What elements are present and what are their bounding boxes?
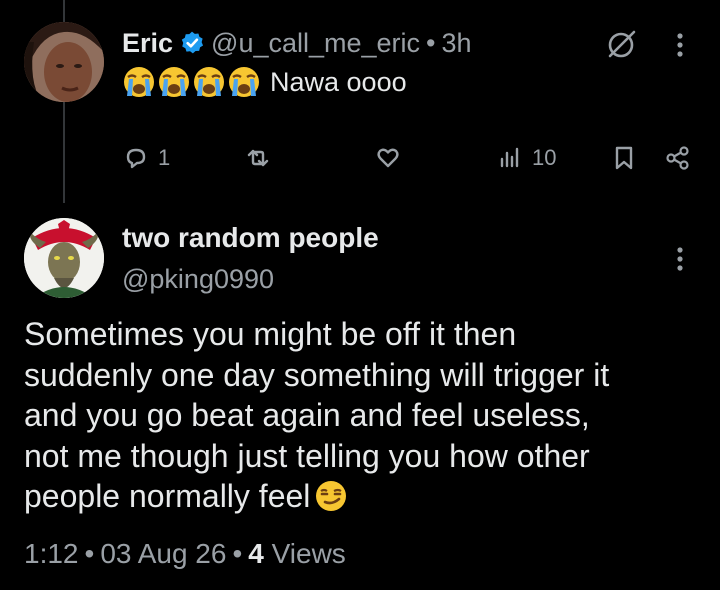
bookmark-button[interactable] <box>610 144 638 172</box>
post-meta: 1:12 • 03 Aug 26 • 4 Views <box>24 538 346 570</box>
timestamp[interactable]: 3h <box>442 28 472 59</box>
reply-body-text: Nawa oooo <box>270 66 407 97</box>
emoji-group <box>122 65 262 99</box>
post-text-line: suddenly one day something will trigger … <box>24 356 610 393</box>
views-label: Views <box>271 538 346 569</box>
avatar[interactable] <box>24 218 104 298</box>
loudly-crying-face-icon <box>159 67 189 97</box>
author-handle[interactable]: @pking0990 <box>122 264 274 295</box>
views-number: 4 <box>248 538 264 569</box>
separator-dot: • <box>232 538 243 569</box>
reply-action-bar: 1 10 <box>0 140 720 176</box>
share-button[interactable] <box>664 144 692 172</box>
separator-dot: • <box>84 538 95 569</box>
post-body-text: Sometimes you might be off it then sudde… <box>24 314 704 517</box>
post-time[interactable]: 1:12 <box>24 538 79 569</box>
reply-text: Nawa oooo <box>122 64 407 100</box>
loudly-crying-face-icon <box>194 67 224 97</box>
loudly-crying-face-icon <box>124 67 154 97</box>
post-date[interactable]: 03 Aug 26 <box>100 538 226 569</box>
more-options-icon[interactable] <box>668 28 692 62</box>
smirking-face-icon <box>316 481 347 511</box>
author-name[interactable]: Eric <box>122 28 173 59</box>
post-text-last-line: people normally feel <box>24 476 704 517</box>
verified-badge-icon <box>181 31 204 54</box>
post-text-line: and you go beat again and feel useless, <box>24 397 590 433</box>
post-text-line: Sometimes you might be off it then <box>24 316 517 352</box>
more-options-icon[interactable] <box>668 242 692 276</box>
like-button[interactable] <box>374 144 410 172</box>
analytics-icon <box>500 147 519 168</box>
grok-icon[interactable] <box>604 28 638 62</box>
bookmark-icon <box>615 146 633 170</box>
loudly-crying-face-icon <box>229 67 259 97</box>
repost-button[interactable] <box>244 144 280 172</box>
author-name[interactable]: two random people <box>122 222 379 254</box>
reply-count: 1 <box>158 145 171 170</box>
post-text-line: not me though just telling you how other <box>24 437 590 474</box>
author-handle[interactable]: @u_call_me_eric <box>211 28 420 59</box>
post-text-line: people normally feel <box>24 478 311 514</box>
reply-icon <box>126 148 146 169</box>
avatar[interactable] <box>24 22 104 102</box>
separator-dot: • <box>426 27 436 58</box>
reply-button[interactable]: 1 <box>122 144 170 172</box>
views-count: 10 <box>532 145 557 170</box>
reply-header: Eric @u_call_me_eric • 3h <box>122 26 472 60</box>
views-button[interactable]: 10 <box>496 144 556 172</box>
share-icon <box>666 146 689 170</box>
heart-icon <box>377 148 399 168</box>
repost-icon <box>247 149 269 167</box>
